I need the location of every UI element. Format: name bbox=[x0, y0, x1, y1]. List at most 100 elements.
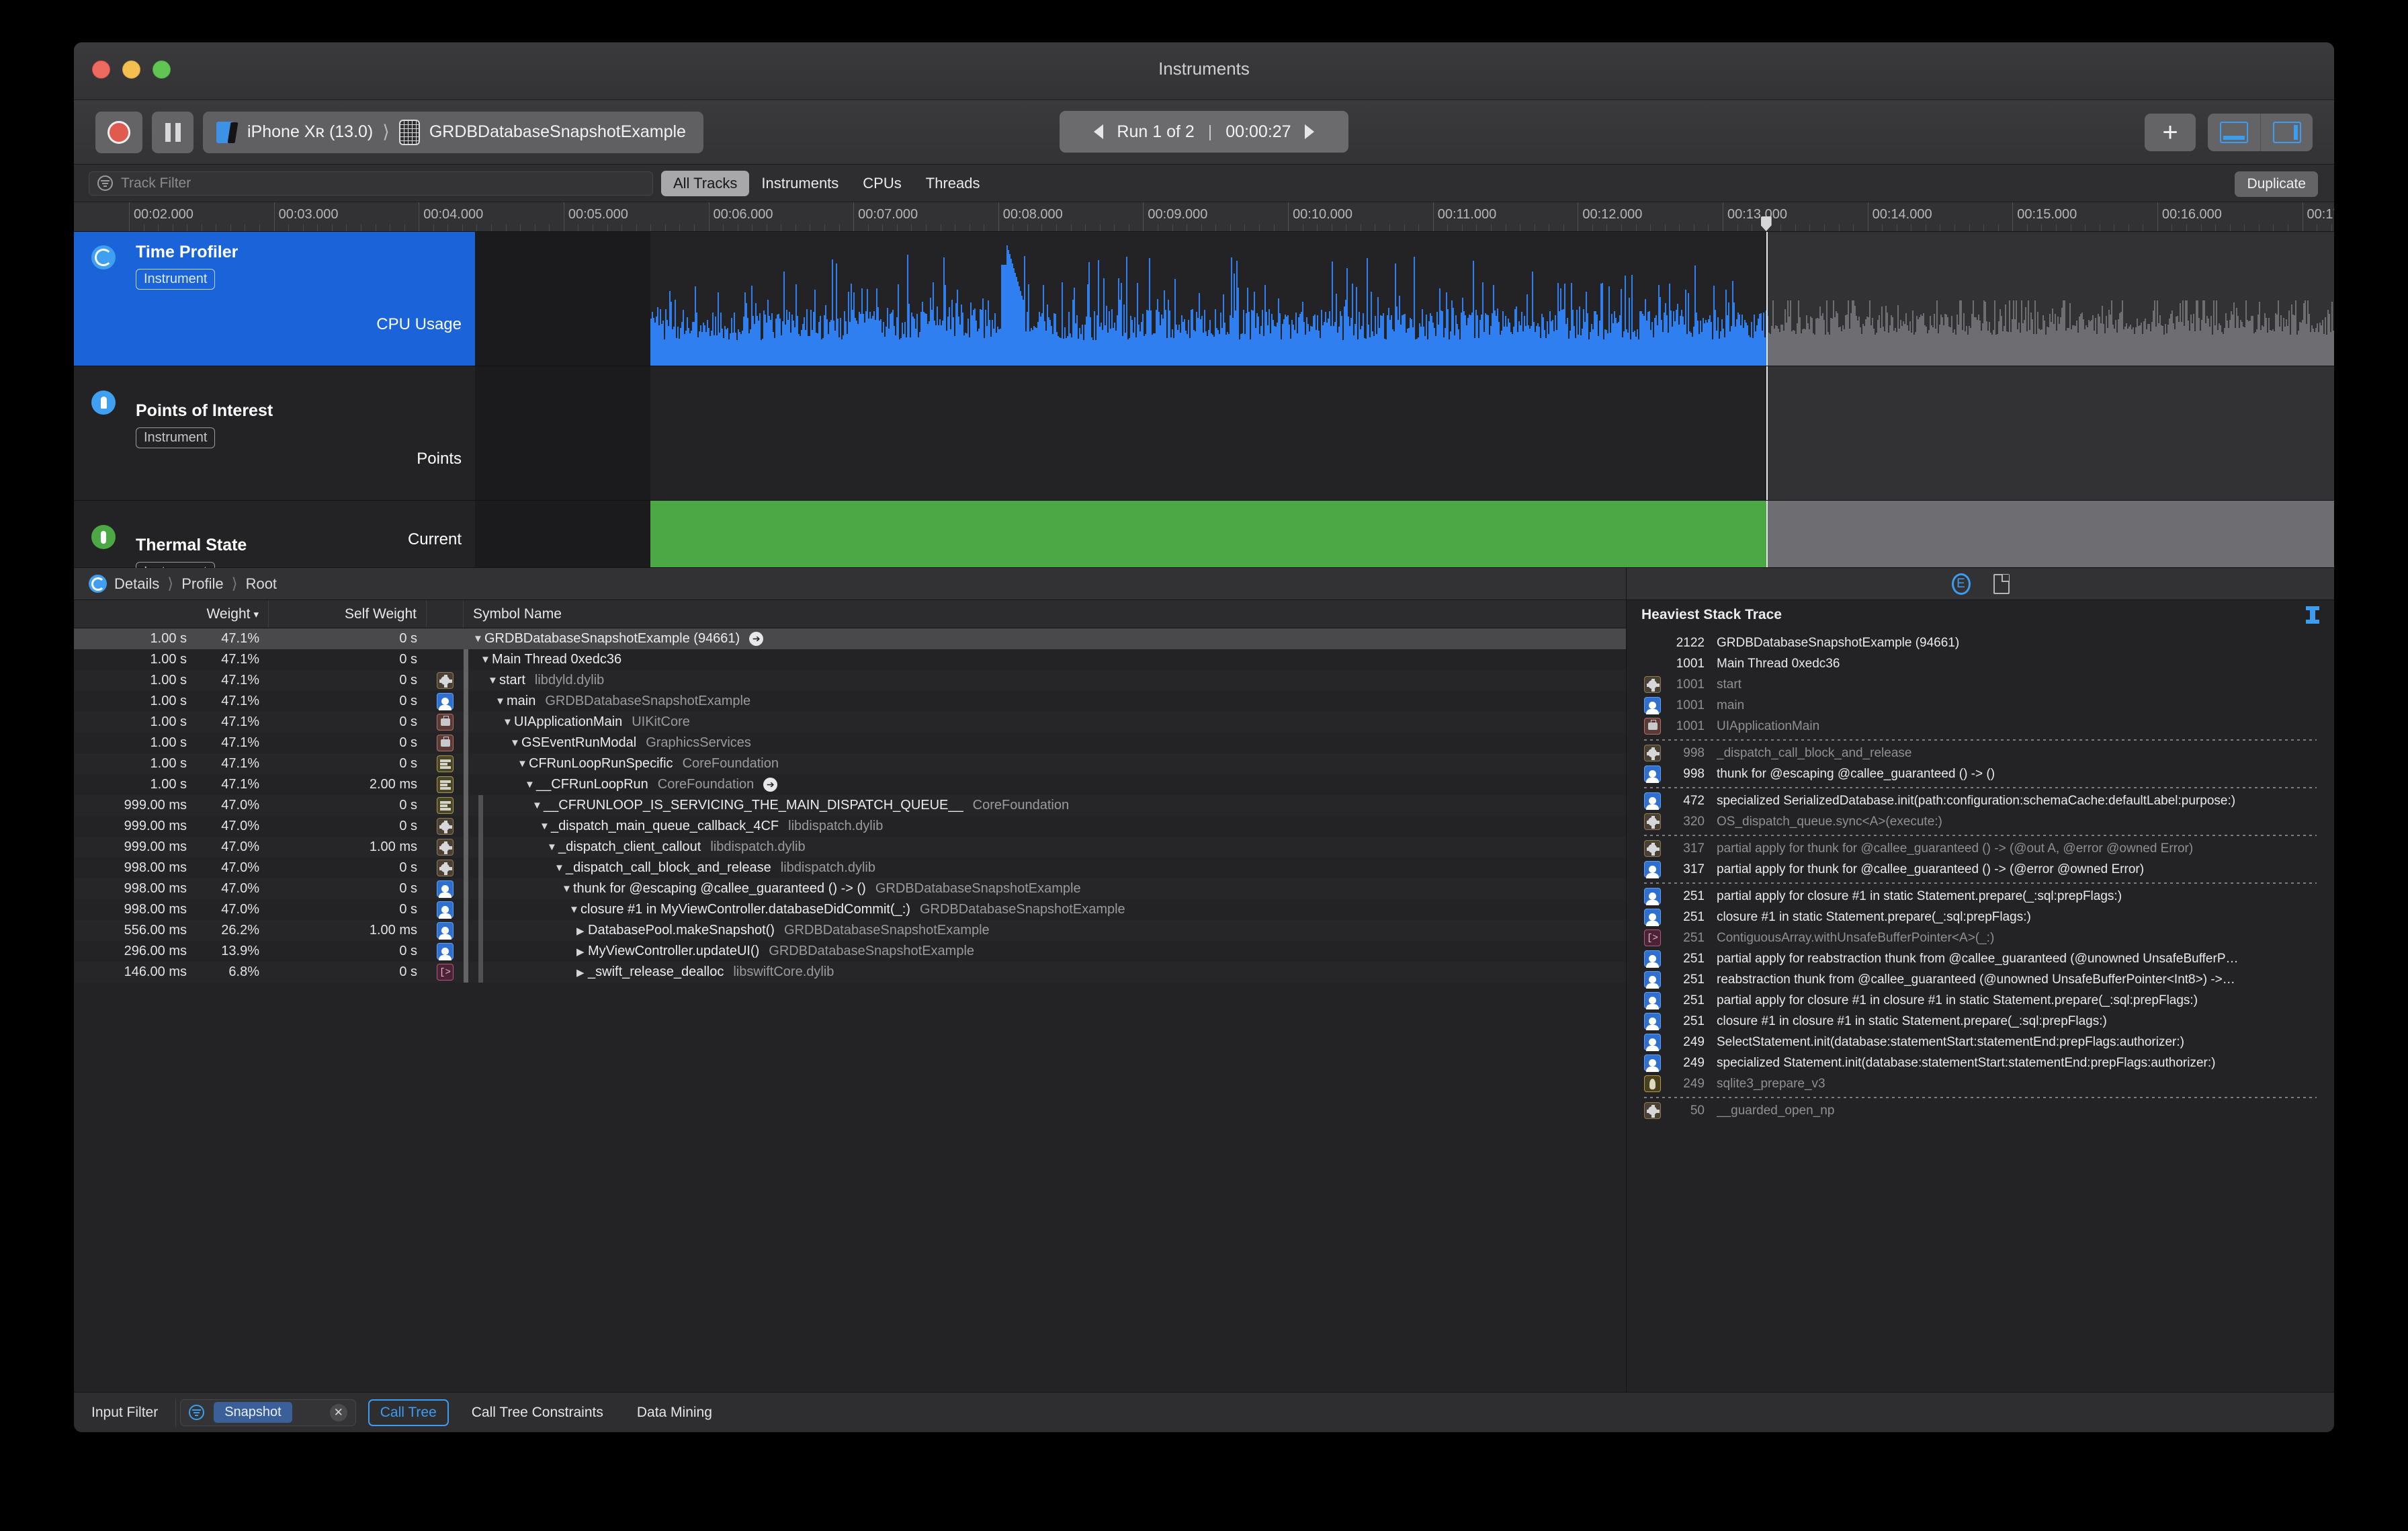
stack-trace-row[interactable]: 249 specialized Statement.init(database:s… bbox=[1627, 1052, 2334, 1073]
disclosure-closed-icon[interactable]: ▶ bbox=[576, 966, 586, 979]
points-of-interest-graph[interactable] bbox=[475, 366, 2334, 500]
call-tree-row[interactable]: 999.00 ms 47.0% 0 s ▼ __CFRUNLOOP_IS_SERVICI… bbox=[74, 795, 1626, 816]
call-tree-row[interactable]: 998.00 ms 47.0% 0 s ▼ _dispatch_call_block_a… bbox=[74, 858, 1626, 878]
call-tree-row[interactable]: 1.00 s 47.1% 0 s ▼ CFRunLoopRunSpecific CoreF… bbox=[74, 753, 1626, 774]
stack-trace-row[interactable]: 1001 main bbox=[1627, 695, 2334, 716]
disclosure-open-icon[interactable]: ▼ bbox=[473, 633, 483, 645]
disclosure-open-icon[interactable]: ▼ bbox=[480, 654, 490, 665]
playhead-handle[interactable] bbox=[1760, 216, 1772, 231]
focus-subtree-icon[interactable]: ➔ bbox=[749, 632, 764, 646]
stack-trace-row[interactable]: 249 sqlite3_prepare_v3 bbox=[1627, 1073, 2334, 1094]
stack-trace-row[interactable]: 320 OS_dispatch_queue.sync<A>(execute:) bbox=[1627, 811, 2334, 832]
track-header[interactable]: Time Profiler Instrument CPU Usage bbox=[74, 232, 475, 366]
call-tree-row[interactable]: 296.00 ms 13.9% 0 s ▶ MyViewController.updat… bbox=[74, 941, 1626, 962]
thermal-state-graph[interactable] bbox=[475, 501, 2334, 567]
call-tree-row[interactable]: 999.00 ms 47.0% 1.00 ms ▼ _dispatch_client_c… bbox=[74, 837, 1626, 858]
extended-detail-icon[interactable]: E bbox=[1951, 573, 1971, 595]
document-icon[interactable] bbox=[1993, 574, 2010, 594]
stack-trace-row[interactable]: 1001 UIApplicationMain bbox=[1627, 716, 2334, 737]
cpu-usage-graph[interactable] bbox=[475, 232, 2334, 366]
stack-trace-row[interactable]: 251 reabstraction thunk from @callee_guar… bbox=[1627, 969, 2334, 990]
jump-to-source-icon[interactable] bbox=[2306, 606, 2319, 624]
timeline-ruler[interactable]: 00:02.000 00:03.000 00:04.000 00:05.000 00:0… bbox=[74, 202, 2334, 232]
column-header-weight[interactable]: Weight ▾ bbox=[74, 600, 269, 628]
track-points-of-interest[interactable]: Points of Interest Instrument Points bbox=[74, 366, 2334, 501]
call-tree-row[interactable]: 998.00 ms 47.0% 0 s ▼ thunk for @escaping @c… bbox=[74, 878, 1626, 899]
stack-trace-row[interactable]: 1001 Main Thread 0xedc36 bbox=[1627, 653, 2334, 674]
disclosure-open-icon[interactable]: ▼ bbox=[540, 821, 550, 832]
bottom-button-call-tree-constraints[interactable]: Call Tree Constraints bbox=[461, 1401, 614, 1425]
call-tree-rows[interactable]: 1.00 s 47.1% 0 s ▼ GRDBDatabaseSnapshotExamp… bbox=[74, 628, 1626, 1392]
column-header-symbol-name[interactable]: Symbol Name bbox=[464, 600, 562, 628]
stack-trace-row[interactable]: 998 thunk for @escaping @callee_guarantee… bbox=[1627, 763, 2334, 784]
stack-trace-row[interactable]: 472 specialized SerializedDatabase.init(p… bbox=[1627, 790, 2334, 811]
track-header[interactable]: Thermal State Instrument Current bbox=[74, 501, 475, 583]
disclosure-open-icon[interactable]: ▼ bbox=[554, 862, 564, 874]
disclosure-open-icon[interactable]: ▼ bbox=[532, 800, 542, 811]
next-run-icon[interactable] bbox=[1304, 124, 1314, 139]
stack-trace-row[interactable]: 251 closure #1 in static Statement.prepar… bbox=[1627, 907, 2334, 927]
track-filter-input[interactable]: Track Filter bbox=[89, 171, 653, 196]
filter-chip-snapshot[interactable]: Snapshot bbox=[214, 1402, 292, 1423]
call-tree-row[interactable]: 1.00 s 47.1% 0 s ▼ GSEventRunModal GraphicsSe… bbox=[74, 733, 1626, 753]
playhead-line[interactable] bbox=[1766, 501, 1768, 567]
stack-trace-row[interactable]: 998 _dispatch_call_block_and_release bbox=[1627, 743, 2334, 763]
filter-icon[interactable] bbox=[189, 1405, 205, 1420]
track-scope-tab-instruments[interactable]: Instruments bbox=[749, 171, 851, 196]
disclosure-open-icon[interactable]: ▼ bbox=[488, 675, 498, 686]
disclosure-open-icon[interactable]: ▼ bbox=[510, 737, 520, 749]
thermal-state-band-after-playhead[interactable] bbox=[1766, 501, 2334, 567]
stack-trace-row[interactable]: 251 partial apply for reabstraction thunk… bbox=[1627, 948, 2334, 969]
call-tree-row[interactable]: 1.00 s 47.1% 0 s ▼ GRDBDatabaseSnapshotExamp… bbox=[74, 628, 1626, 649]
disclosure-open-icon[interactable]: ▼ bbox=[547, 841, 557, 853]
call-tree-row[interactable]: 1.00 s 47.1% 0 s ▼ start libdyld.dylib bbox=[74, 670, 1626, 691]
call-tree-row[interactable]: 146.00 ms 6.8% 0 s [> ▶ _swift_release_deallo… bbox=[74, 962, 1626, 983]
track-scope-tab-threads[interactable]: Threads bbox=[914, 171, 992, 196]
track-scope-tab-all-tracks[interactable]: All Tracks bbox=[661, 170, 750, 196]
call-tree-row[interactable]: 556.00 ms 26.2% 1.00 ms ▶ DatabasePool.makeS… bbox=[74, 920, 1626, 941]
stack-trace-row[interactable]: 249 SelectStatement.init(database:stateme… bbox=[1627, 1032, 2334, 1052]
track-time-profiler[interactable]: Time Profiler Instrument CPU Usage bbox=[74, 232, 2334, 366]
stack-trace-row[interactable]: 1001 start bbox=[1627, 674, 2334, 695]
disclosure-open-icon[interactable]: ▼ bbox=[525, 779, 535, 790]
stack-trace-row[interactable]: 251 partial apply for closure #1 in stati… bbox=[1627, 886, 2334, 907]
playhead-line[interactable] bbox=[1766, 232, 1768, 366]
call-tree-row[interactable]: 998.00 ms 47.0% 0 s ▼ closure #1 in MyViewCo… bbox=[74, 899, 1626, 920]
disclosure-closed-icon[interactable]: ▶ bbox=[576, 946, 586, 958]
previous-run-icon[interactable] bbox=[1094, 124, 1104, 139]
disclosure-open-icon[interactable]: ▼ bbox=[569, 904, 579, 915]
playhead-line[interactable] bbox=[1766, 366, 1768, 500]
column-header-self-weight[interactable]: Self Weight bbox=[269, 600, 427, 628]
stack-trace-row[interactable]: 251 partial apply for closure #1 in closu… bbox=[1627, 990, 2334, 1011]
disclosure-open-icon[interactable]: ▼ bbox=[562, 883, 572, 895]
filter-search-field[interactable]: Snapshot ✕ bbox=[180, 1399, 356, 1426]
disclosure-open-icon[interactable]: ▼ bbox=[503, 716, 513, 728]
record-button[interactable] bbox=[95, 111, 142, 153]
run-navigator[interactable]: Run 1 of 2 | 00:00:27 bbox=[1060, 111, 1348, 153]
clear-filter-icon[interactable]: ✕ bbox=[329, 1403, 347, 1421]
toggle-right-pane-button[interactable] bbox=[2260, 114, 2313, 151]
duplicate-button[interactable]: Duplicate bbox=[2235, 171, 2318, 197]
stack-trace-row[interactable]: 251 closure #1 in closure #1 in static St… bbox=[1627, 1011, 2334, 1032]
toggle-bottom-pane-button[interactable] bbox=[2208, 114, 2260, 151]
stack-trace-row[interactable]: [> 251 ContiguousArray.withUnsafeBufferPoi… bbox=[1627, 927, 2334, 948]
disclosure-open-icon[interactable]: ▼ bbox=[517, 758, 527, 770]
call-tree-row[interactable]: 1.00 s 47.1% 0 s ▼ Main Thread 0xedc36 bbox=[74, 649, 1626, 670]
call-tree-row[interactable]: 1.00 s 47.1% 0 s ▼ main GRDBDatabaseSnapshotE… bbox=[74, 691, 1626, 712]
add-instrument-button[interactable]: + bbox=[2145, 114, 2196, 151]
disclosure-open-icon[interactable]: ▼ bbox=[495, 696, 505, 707]
track-header[interactable]: Points of Interest Instrument Points bbox=[74, 366, 475, 500]
track-thermal-state[interactable]: Thermal State Instrument Current bbox=[74, 501, 2334, 583]
track-scope-tab-cpus[interactable]: CPUs bbox=[851, 171, 913, 196]
call-tree-row[interactable]: 999.00 ms 47.0% 0 s ▼ _dispatch_main_queue_c… bbox=[74, 816, 1626, 837]
breadcrumb-profile[interactable]: Profile bbox=[181, 575, 223, 593]
breadcrumb-details[interactable]: Details bbox=[114, 575, 159, 593]
thermal-state-band-nominal[interactable] bbox=[650, 501, 1766, 567]
stack-trace-row[interactable]: 317 partial apply for thunk for @callee_g… bbox=[1627, 838, 2334, 859]
stack-trace-row[interactable]: 317 partial apply for thunk for @callee_g… bbox=[1627, 859, 2334, 880]
stack-trace-row[interactable]: 50 __guarded_open_np bbox=[1627, 1100, 2334, 1121]
pause-button[interactable] bbox=[152, 111, 194, 153]
bottom-button-call-tree[interactable]: Call Tree bbox=[368, 1399, 449, 1426]
call-tree-row[interactable]: 1.00 s 47.1% 0 s ▼ UIApplicationMain UIKitCor… bbox=[74, 712, 1626, 733]
call-tree-row[interactable]: 1.00 s 47.1% 2.00 ms ▼ __CFRunLoopRun CoreFou… bbox=[74, 774, 1626, 795]
